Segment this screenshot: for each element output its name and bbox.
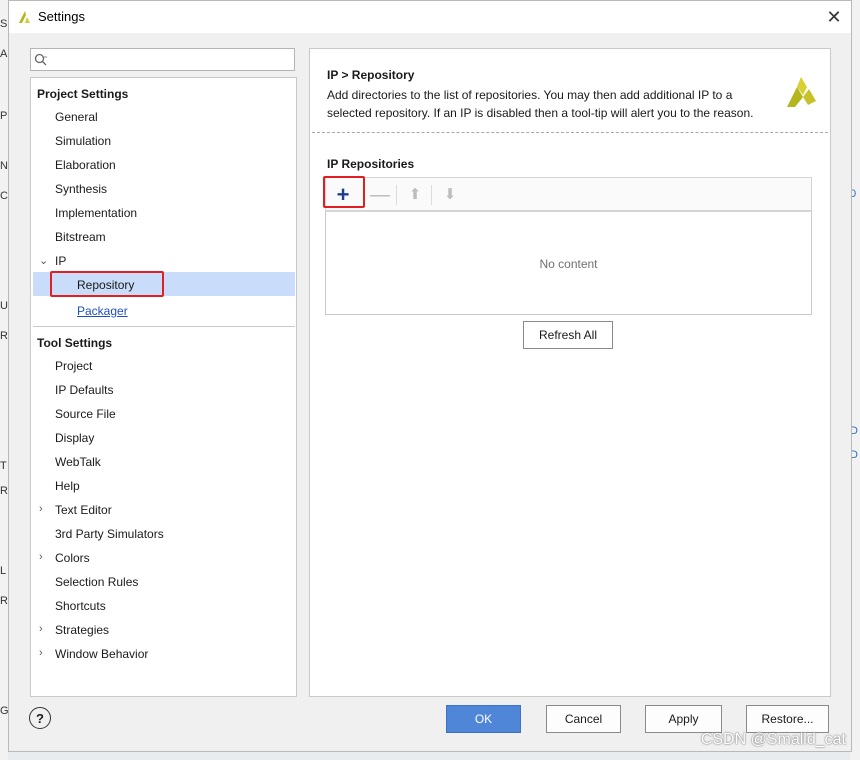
restore-button[interactable]: Restore... xyxy=(746,705,829,733)
search-input[interactable] xyxy=(51,51,293,70)
repository-list[interactable]: No content xyxy=(325,211,812,315)
annotation-highlight-box xyxy=(323,176,365,208)
xilinx-logo-icon xyxy=(787,77,816,107)
settings-tree: Project Settings General Simulation Elab… xyxy=(30,77,297,697)
tree-item-repository[interactable]: Repository xyxy=(77,278,134,292)
project-settings-header: Project Settings xyxy=(37,87,129,101)
tree-item-selection-rules[interactable]: Selection Rules xyxy=(55,575,138,589)
section-divider xyxy=(312,132,828,133)
toolbar-separator xyxy=(431,185,432,205)
settings-search[interactable] xyxy=(30,48,295,71)
tree-item-elaboration[interactable]: Elaboration xyxy=(55,158,116,172)
tree-separator xyxy=(33,326,295,327)
tree-item-text-editor[interactable]: Text Editor xyxy=(55,503,112,517)
tree-item-3rd-party-simulators[interactable]: 3rd Party Simulators xyxy=(55,527,164,541)
move-down-icon[interactable]: ⬇ xyxy=(437,182,463,208)
tree-item-general[interactable]: General xyxy=(55,110,98,124)
title-bar: Settings ✕ xyxy=(9,1,851,33)
help-icon[interactable]: ? xyxy=(29,707,51,729)
tree-item-project[interactable]: Project xyxy=(55,359,92,373)
cancel-button[interactable]: Cancel xyxy=(546,705,621,733)
remove-icon[interactable]: — xyxy=(367,182,393,208)
close-icon[interactable]: ✕ xyxy=(823,6,845,28)
background-left-strip: SAP NCU RTR LRG xyxy=(0,0,9,760)
tree-item-shortcuts[interactable]: Shortcuts xyxy=(55,599,106,613)
empty-list-message: No content xyxy=(539,257,598,271)
tree-item-display[interactable]: Display xyxy=(55,431,94,445)
page-description: Add directories to the list of repositor… xyxy=(327,88,754,120)
ok-button[interactable]: OK xyxy=(446,705,521,733)
tree-item-implementation[interactable]: Implementation xyxy=(55,206,137,220)
tree-item-webtalk[interactable]: WebTalk xyxy=(55,455,101,469)
tree-item-colors[interactable]: Colors xyxy=(55,551,90,565)
vivado-logo-icon xyxy=(19,11,30,23)
chevron-right-icon[interactable]: › xyxy=(39,647,49,659)
repository-panel: IP > Repository Add directories to the l… xyxy=(309,48,831,697)
tree-item-strategies[interactable]: Strategies xyxy=(55,623,109,637)
chevron-right-icon[interactable]: › xyxy=(39,503,49,515)
tree-item-packager[interactable]: Packager xyxy=(77,304,128,318)
tree-item-simulation[interactable]: Simulation xyxy=(55,134,111,148)
ip-repositories-heading: IP Repositories xyxy=(327,157,415,171)
watermark: CSDN @Smalld_cat xyxy=(700,731,846,748)
chevron-down-icon[interactable]: ⌄ xyxy=(39,254,49,267)
window-title: Settings xyxy=(38,9,85,24)
search-icon xyxy=(34,53,47,66)
tree-item-bitstream[interactable]: Bitstream xyxy=(55,230,106,244)
tree-item-help[interactable]: Help xyxy=(55,479,80,493)
settings-dialog: Settings ✕ Project Settings General Simu… xyxy=(8,0,852,752)
tree-item-ip-defaults[interactable]: IP Defaults xyxy=(55,383,113,397)
tree-item-ip[interactable]: IP xyxy=(55,254,66,268)
toolbar-separator xyxy=(396,185,397,205)
chevron-right-icon[interactable]: › xyxy=(39,623,49,635)
apply-button[interactable]: Apply xyxy=(645,705,722,733)
chevron-right-icon[interactable]: › xyxy=(39,551,49,563)
tree-item-source-file[interactable]: Source File xyxy=(55,407,116,421)
tree-item-synthesis[interactable]: Synthesis xyxy=(55,182,107,196)
refresh-all-button[interactable]: Refresh All xyxy=(523,321,613,349)
tree-item-window-behavior[interactable]: Window Behavior xyxy=(55,647,148,661)
repository-toolbar: + — ⬆ ⬇ xyxy=(325,177,812,211)
page-title: IP > Repository xyxy=(327,68,415,82)
move-up-icon[interactable]: ⬆ xyxy=(402,182,428,208)
tool-settings-header: Tool Settings xyxy=(37,336,113,350)
